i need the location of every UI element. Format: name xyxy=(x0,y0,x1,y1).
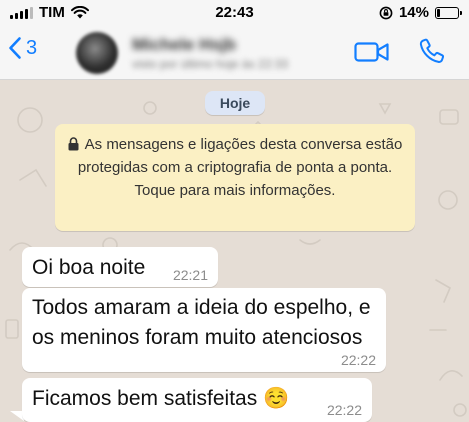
status-right: 14% xyxy=(379,4,462,21)
status-bar: TIM 22:43 14% xyxy=(0,0,469,26)
message-text: Ficamos bem satisfeitas ☺️ xyxy=(32,387,290,410)
battery-icon xyxy=(435,6,462,19)
lock-icon xyxy=(68,137,79,151)
back-button[interactable]: 3 xyxy=(8,36,37,60)
video-call-icon[interactable] xyxy=(354,40,390,64)
encryption-notice[interactable]: As mensagens e ligações desta conversa e… xyxy=(55,124,415,231)
message-bubble[interactable]: Oi boa noite 22:21 xyxy=(22,247,218,287)
message-text: Oi boa noite xyxy=(32,256,146,279)
message-text: Todos amaram a ideia do espelho, e os me… xyxy=(32,296,371,349)
chat-area[interactable]: Hoje As mensagens e ligações desta conve… xyxy=(0,80,469,422)
message-time: 22:22 xyxy=(326,402,362,418)
encryption-notice-text: As mensagens e ligações desta conversa e… xyxy=(77,136,403,199)
chat-header: 3 Michele Hsjb visto por último hoje às … xyxy=(0,26,469,80)
message-bubble[interactable]: Ficamos bem satisfeitas ☺️ 22:22 xyxy=(22,378,372,422)
phone-icon[interactable] xyxy=(418,37,446,65)
message-time: 22:21 xyxy=(172,267,208,283)
unread-count: 3 xyxy=(26,36,38,59)
chevron-left-icon xyxy=(9,37,21,59)
avatar[interactable] xyxy=(76,32,118,74)
contact-status: visto por último hoje às 22:33 xyxy=(132,57,289,71)
message-time: 22:22 xyxy=(340,352,376,368)
orientation-lock-icon xyxy=(379,6,393,19)
battery-fill xyxy=(437,8,440,17)
message-bubble[interactable]: Todos amaram a ideia do espelho, e os me… xyxy=(22,288,386,372)
date-chip: Hoje xyxy=(205,91,265,115)
contact-name[interactable]: Michele Hsjb xyxy=(132,35,236,55)
battery-percent: 14% xyxy=(398,4,429,21)
